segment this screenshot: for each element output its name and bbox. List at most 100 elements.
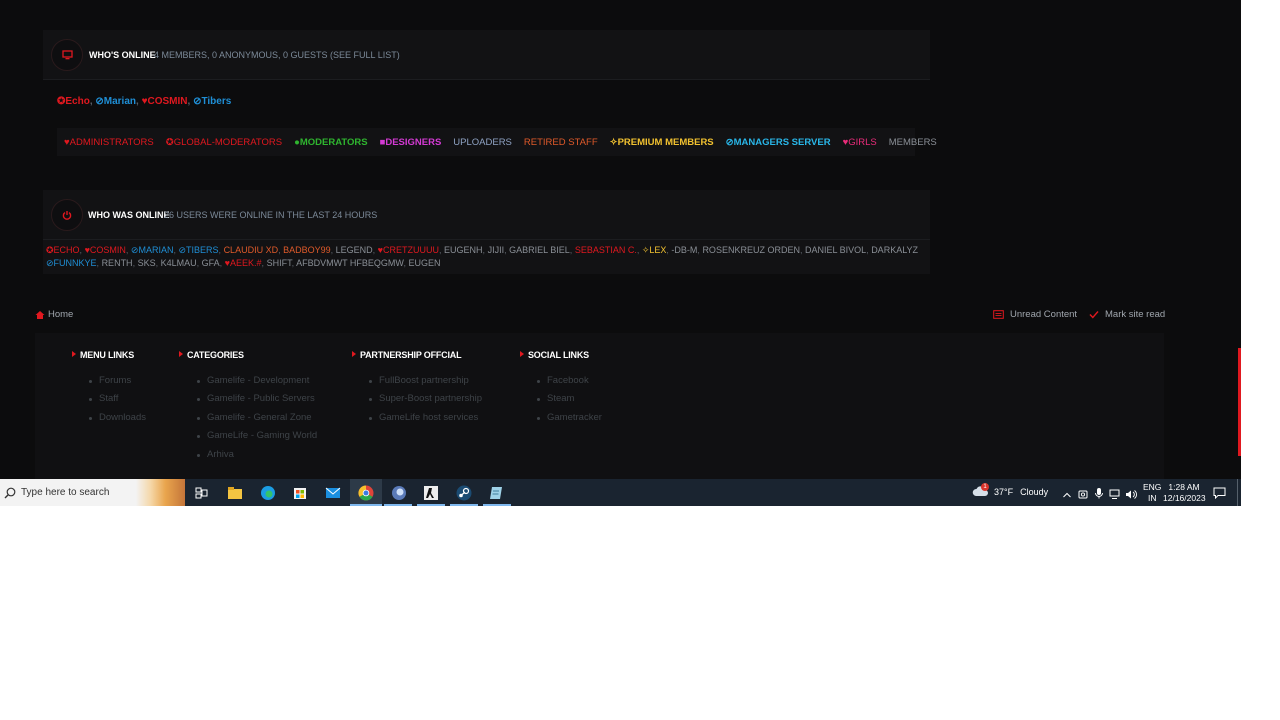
member-group-link[interactable]: ●MODERATORS bbox=[294, 137, 367, 148]
mark-site-read-link[interactable]: Mark site read bbox=[1089, 309, 1165, 320]
footer-link[interactable]: GameLife - Gaming World bbox=[196, 430, 317, 448]
footer-link[interactable]: Facebook bbox=[537, 375, 602, 393]
recent-user-link[interactable]: K4LMAU bbox=[161, 258, 197, 268]
taskbar-search-box[interactable]: Type here to search bbox=[0, 479, 185, 506]
recent-user-link[interactable]: JIJII bbox=[488, 245, 505, 255]
whos-online-title: WHO'S ONLINE bbox=[89, 50, 156, 60]
show-hidden-icons-chevron-icon[interactable] bbox=[1062, 487, 1072, 498]
checkmark-icon bbox=[1089, 311, 1099, 319]
recent-user-link[interactable]: SKS bbox=[138, 258, 156, 268]
camera-icon[interactable] bbox=[1078, 487, 1088, 499]
steam-icon[interactable] bbox=[454, 483, 474, 503]
whos-online-summary[interactable]: 4 MEMBERS, 0 ANONYMOUS, 0 GUESTS (SEE FU… bbox=[154, 50, 400, 60]
member-group-link[interactable]: ■DESIGNERS bbox=[380, 137, 442, 148]
recent-user-link[interactable]: ✧LEX bbox=[642, 245, 667, 255]
member-group-link[interactable]: UPLOADERS bbox=[453, 137, 512, 148]
footer-link[interactable]: Gamelife - Development bbox=[196, 375, 317, 393]
recent-user-link[interactable]: AFBDVMWT HFBEQGMW bbox=[296, 258, 403, 268]
edge-browser-icon[interactable] bbox=[258, 483, 278, 503]
member-group-link[interactable]: ✪GLOBAL-MODERATORS bbox=[166, 137, 282, 148]
who-was-online-summary: 26 USERS WERE ONLINE IN THE LAST 24 HOUR… bbox=[164, 210, 378, 220]
who-was-online-title: WHO WAS ONLINE bbox=[88, 210, 170, 220]
footer-link[interactable]: Gametracker bbox=[537, 412, 602, 430]
divider bbox=[43, 79, 930, 80]
footer-partners-list: FullBoost partnership Super-Boost partner… bbox=[369, 375, 482, 430]
footer-link[interactable]: GameLife host services bbox=[369, 412, 482, 430]
task-view-icon[interactable] bbox=[192, 483, 212, 503]
online-members-list: ✪Echo, ⊘Marian, ♥COSMIN, ⊘Tibers bbox=[57, 96, 231, 107]
recent-user-link[interactable]: ♥CRETZUUUU bbox=[378, 245, 439, 255]
recent-user-link[interactable]: DARKALYZ bbox=[871, 245, 918, 255]
footer-link[interactable]: Forums bbox=[89, 375, 146, 393]
recent-user-link[interactable]: RENTH bbox=[102, 258, 133, 268]
weather-condition: Cloudy bbox=[1020, 486, 1049, 497]
recent-user-link[interactable]: GABRIEL BIEL bbox=[509, 245, 570, 255]
recent-user-link[interactable]: EUGENH bbox=[444, 245, 483, 255]
search-icon bbox=[4, 487, 16, 498]
recent-user-link[interactable]: DANIEL BIVOL bbox=[805, 245, 866, 255]
network-icon[interactable] bbox=[1109, 487, 1121, 499]
member-group-link[interactable]: ⊘MANAGERS SERVER bbox=[726, 137, 831, 148]
breadcrumb-home-link[interactable]: Home bbox=[48, 309, 73, 320]
unread-content-link[interactable]: Unread Content bbox=[993, 309, 1077, 320]
groups-legend: ♥ADMINISTRATORS ✪GLOBAL-MODERATORS ●MODERA… bbox=[57, 128, 937, 156]
app-underline bbox=[417, 504, 445, 506]
footer-link[interactable]: Gamelife - Public Servers bbox=[196, 393, 317, 411]
recent-user-link[interactable]: ✪ECHO bbox=[46, 245, 80, 255]
breadcrumb: Home bbox=[35, 309, 73, 320]
weather-badge: 1 bbox=[981, 483, 989, 491]
recent-user-link[interactable]: ROSENKREUZ ORDEN bbox=[702, 245, 800, 255]
recent-user-link[interactable]: LEGEND bbox=[336, 245, 373, 255]
footer-link[interactable]: Arhiva bbox=[196, 449, 317, 467]
recent-user-link[interactable]: ⊘MARIAN bbox=[131, 245, 174, 255]
mark-site-read-label: Mark site read bbox=[1105, 309, 1166, 320]
recent-user-link[interactable]: EUGEN bbox=[408, 258, 440, 268]
volume-icon[interactable] bbox=[1125, 487, 1137, 499]
file-explorer-icon[interactable] bbox=[225, 483, 245, 503]
counter-strike-icon[interactable] bbox=[421, 483, 441, 503]
recent-users-line-1: ✪ECHO, ♥COSMIN, ⊘MARIAN, ⊘TIBERS, CLAUDI… bbox=[46, 245, 918, 256]
recent-user-link[interactable]: SHIFT bbox=[267, 258, 292, 268]
footer-link[interactable]: Staff bbox=[89, 393, 146, 411]
language-indicator[interactable]: ENG IN bbox=[1143, 482, 1161, 504]
power-icon bbox=[62, 211, 72, 220]
recent-user-link[interactable]: CLAUDIU XD bbox=[224, 245, 279, 255]
member-group-link[interactable]: MEMBERS bbox=[889, 137, 937, 148]
weather-widget[interactable]: 1 37°F Cloudy bbox=[972, 483, 1049, 498]
online-member-link[interactable]: ♥COSMIN bbox=[142, 96, 188, 107]
recent-user-link[interactable]: -DB-M bbox=[671, 245, 697, 255]
scrollbar-thumb[interactable] bbox=[1238, 348, 1241, 456]
online-member-link[interactable]: ⊘Tibers bbox=[193, 96, 231, 107]
footer-link[interactable]: Downloads bbox=[89, 412, 146, 430]
recent-user-link[interactable]: BADBOY99 bbox=[283, 245, 331, 255]
footer-link[interactable]: Gamelife - General Zone bbox=[196, 412, 317, 430]
store-icon[interactable] bbox=[290, 483, 310, 503]
mail-icon[interactable] bbox=[323, 483, 343, 503]
notification-center-icon[interactable] bbox=[1213, 486, 1226, 500]
recent-user-link[interactable]: ♥COSMIN bbox=[85, 245, 126, 255]
app-circle-icon[interactable] bbox=[389, 483, 409, 503]
member-group-link[interactable]: ♥GIRLS bbox=[843, 137, 877, 148]
recent-user-link[interactable]: ⊘FUNNKYE bbox=[46, 258, 97, 268]
footer-menu-list: Forums Staff Downloads bbox=[89, 375, 146, 430]
footer-link[interactable]: FullBoost partnership bbox=[369, 375, 482, 393]
show-desktop-divider[interactable] bbox=[1237, 479, 1238, 506]
recent-user-link[interactable]: ♥AEEK.# bbox=[225, 258, 262, 268]
chrome-icon[interactable] bbox=[356, 483, 376, 503]
footer-link[interactable]: Steam bbox=[537, 393, 602, 411]
member-group-link[interactable]: RETIRED STAFF bbox=[524, 137, 598, 148]
member-group-link[interactable]: ♥ADMINISTRATORS bbox=[64, 137, 154, 148]
footer-social-list: Facebook Steam Gametracker bbox=[537, 375, 602, 430]
taskbar-search-placeholder: Type here to search bbox=[21, 487, 110, 498]
online-member-link[interactable]: ✪Echo bbox=[57, 96, 90, 107]
recent-user-link[interactable]: ⊘TIBERS bbox=[178, 245, 218, 255]
recent-user-link[interactable]: GFA bbox=[202, 258, 220, 268]
clock[interactable]: 1:28 AM 12/16/2023 bbox=[1163, 482, 1206, 504]
member-group-link[interactable]: ✧PREMIUM MEMBERS bbox=[610, 137, 714, 148]
language-region: IN bbox=[1147, 493, 1157, 503]
recent-user-link[interactable]: SEBASTIAN C. bbox=[575, 245, 637, 255]
microphone-icon[interactable] bbox=[1094, 486, 1104, 499]
footer-link[interactable]: Super-Boost partnership bbox=[369, 393, 482, 411]
notepad-icon[interactable] bbox=[487, 483, 507, 503]
online-member-link[interactable]: ⊘Marian bbox=[95, 96, 136, 107]
